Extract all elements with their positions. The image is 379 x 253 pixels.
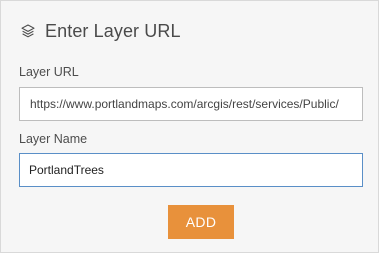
add-button[interactable]: ADD (168, 205, 234, 239)
layers-icon (20, 23, 36, 39)
layer-name-input[interactable] (19, 153, 363, 187)
layer-name-label: Layer Name (19, 132, 88, 146)
layer-url-label: Layer URL (19, 65, 79, 79)
add-layer-panel: Enter Layer URL Layer URL Layer Name ADD (0, 0, 379, 253)
panel-title: Enter Layer URL (45, 20, 181, 41)
layer-url-input[interactable] (19, 87, 363, 121)
panel-header: Enter Layer URL (20, 18, 181, 44)
